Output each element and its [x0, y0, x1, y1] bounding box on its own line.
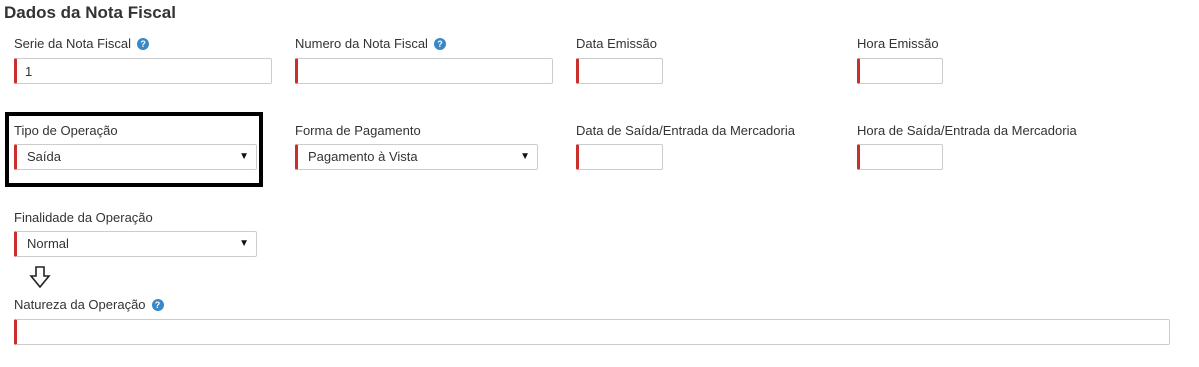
numero-label: Numero da Nota Fiscal? — [295, 36, 446, 51]
data-emissao-input[interactable] — [576, 58, 663, 84]
finalidade-label: Finalidade da Operação — [14, 210, 153, 225]
caret-down-icon: ▼ — [520, 151, 530, 162]
data-saida-input[interactable] — [576, 144, 663, 170]
numero-input[interactable] — [295, 58, 553, 84]
help-icon[interactable]: ? — [137, 38, 150, 50]
forma-pagamento-select[interactable]: Pagamento à Vista ▼ — [295, 144, 538, 170]
arrow-down-outline-icon — [29, 266, 51, 289]
tipo-operacao-select[interactable]: Saída ▼ — [14, 144, 257, 170]
natureza-input[interactable] — [14, 319, 1170, 345]
forma-pagamento-value: Pagamento à Vista — [308, 149, 418, 164]
hora-emissao-label: Hora Emissão — [857, 36, 939, 51]
caret-down-icon: ▼ — [239, 151, 249, 162]
help-icon[interactable]: ? — [151, 299, 164, 311]
hora-emissao-input[interactable] — [857, 58, 943, 84]
serie-input[interactable] — [14, 58, 272, 84]
data-saida-label: Data de Saída/Entrada da Mercadoria — [576, 123, 795, 138]
tipo-operacao-value: Saída — [27, 149, 61, 164]
section-title: Dados da Nota Fiscal — [4, 3, 176, 22]
hora-saida-input[interactable] — [857, 144, 943, 170]
tipo-operacao-label: Tipo de Operação — [14, 123, 118, 138]
caret-down-icon: ▼ — [239, 238, 249, 249]
hora-saida-label: Hora de Saída/Entrada da Mercadoria — [857, 123, 1077, 138]
forma-pagamento-label: Forma de Pagamento — [295, 123, 421, 138]
finalidade-select[interactable]: Normal ▼ — [14, 231, 257, 257]
numero-label-text: Numero da Nota Fiscal — [295, 36, 428, 51]
data-emissao-label: Data Emissão — [576, 36, 657, 51]
serie-label: Serie da Nota Fiscal? — [14, 36, 150, 51]
help-icon[interactable]: ? — [433, 38, 446, 50]
finalidade-value: Normal — [27, 236, 69, 251]
natureza-label-text: Natureza da Operação — [14, 297, 146, 312]
natureza-label: Natureza da Operação? — [14, 297, 164, 312]
serie-label-text: Serie da Nota Fiscal — [14, 36, 132, 51]
